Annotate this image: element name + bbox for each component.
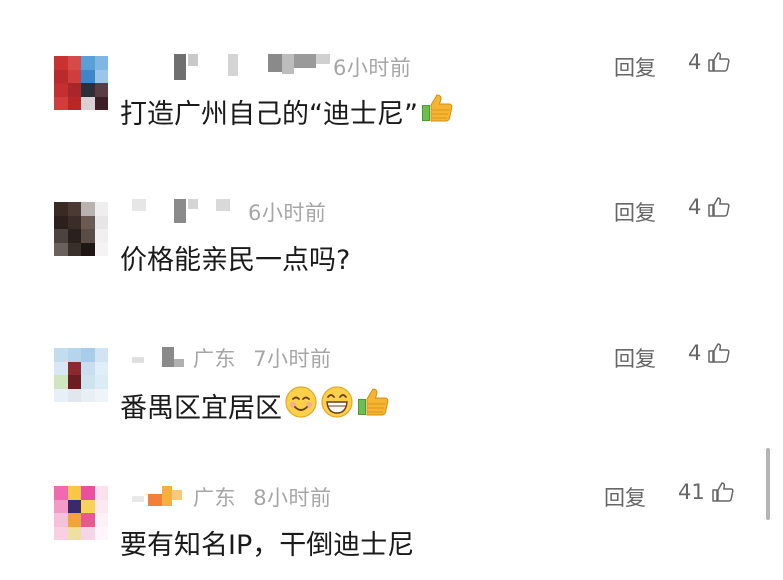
username[interactable] (132, 347, 192, 373)
comment-time: 6小时前 (333, 56, 412, 80)
smiling-face-emoji-icon (284, 385, 318, 426)
username[interactable] (132, 199, 242, 225)
reply-button[interactable]: 回复 (604, 482, 646, 512)
thumbs-up-emoji-icon (420, 92, 454, 131)
comment-text: 价格能亲民一点吗? (120, 238, 350, 277)
comment-time: 8小时前 (253, 486, 332, 510)
avatar[interactable] (54, 56, 108, 110)
avatar[interactable] (54, 348, 108, 402)
comment-meta: 6小时前 (248, 197, 326, 227)
like-count: 41 (678, 480, 705, 504)
comment-location: 广东 (193, 486, 236, 510)
comment-text: 打造广州自己的“迪士尼” (120, 92, 454, 131)
comment-item: 广东 8小时前 回复 41 要有知名IP，干倒迪士尼 (0, 430, 783, 570)
username[interactable] (132, 54, 332, 80)
like-count: 4 (688, 341, 702, 365)
avatar[interactable] (54, 202, 108, 256)
like-button[interactable]: 4 (688, 195, 731, 219)
comment-time: 7小时前 (253, 347, 332, 371)
like-count: 4 (688, 195, 702, 219)
comment-body: 番禺区宜居区 (120, 393, 282, 424)
reply-button[interactable]: 回复 (614, 343, 656, 373)
reply-button[interactable]: 回复 (614, 52, 656, 82)
comment-body: 打造广州自己的“迪士尼” (120, 99, 418, 130)
thumbs-up-emoji-icon (356, 386, 390, 425)
comment-item: 广东 7小时前 回复 4 番禺区宜居区 (0, 291, 783, 431)
comment-time: 6小时前 (248, 201, 327, 225)
comment-item: 6小时前 回复 4 价格能亲民一点吗? (0, 145, 783, 285)
reply-button[interactable]: 回复 (614, 197, 656, 227)
grinning-face-emoji-icon (320, 385, 354, 426)
comment-meta: 6小时前 (333, 52, 411, 82)
avatar[interactable] (54, 486, 108, 540)
comment-text: 要有知名IP，干倒迪士尼 (120, 523, 414, 562)
comment-item: 6小时前 回复 4 打造广州自己的“迪士尼” (0, 0, 783, 140)
comment-body: 价格能亲民一点吗? (120, 245, 351, 276)
thumbs-up-outline-icon (708, 197, 730, 217)
scrollbar[interactable] (766, 448, 770, 520)
thumbs-up-outline-icon (708, 343, 730, 363)
comment-meta: 广东 7小时前 (193, 343, 332, 373)
username[interactable] (132, 486, 192, 512)
like-button[interactable]: 4 (688, 341, 731, 365)
comment-text: 番禺区宜居区 (120, 385, 390, 426)
comment-body: 要有知名IP，干倒迪士尼 (120, 530, 415, 561)
like-count: 4 (688, 50, 702, 74)
like-button[interactable]: 4 (688, 50, 731, 74)
thumbs-up-outline-icon (711, 482, 734, 502)
like-button[interactable]: 41 (678, 480, 735, 504)
comment-meta: 广东 8小时前 (193, 482, 332, 512)
comment-location: 广东 (193, 347, 236, 371)
thumbs-up-outline-icon (708, 52, 730, 72)
